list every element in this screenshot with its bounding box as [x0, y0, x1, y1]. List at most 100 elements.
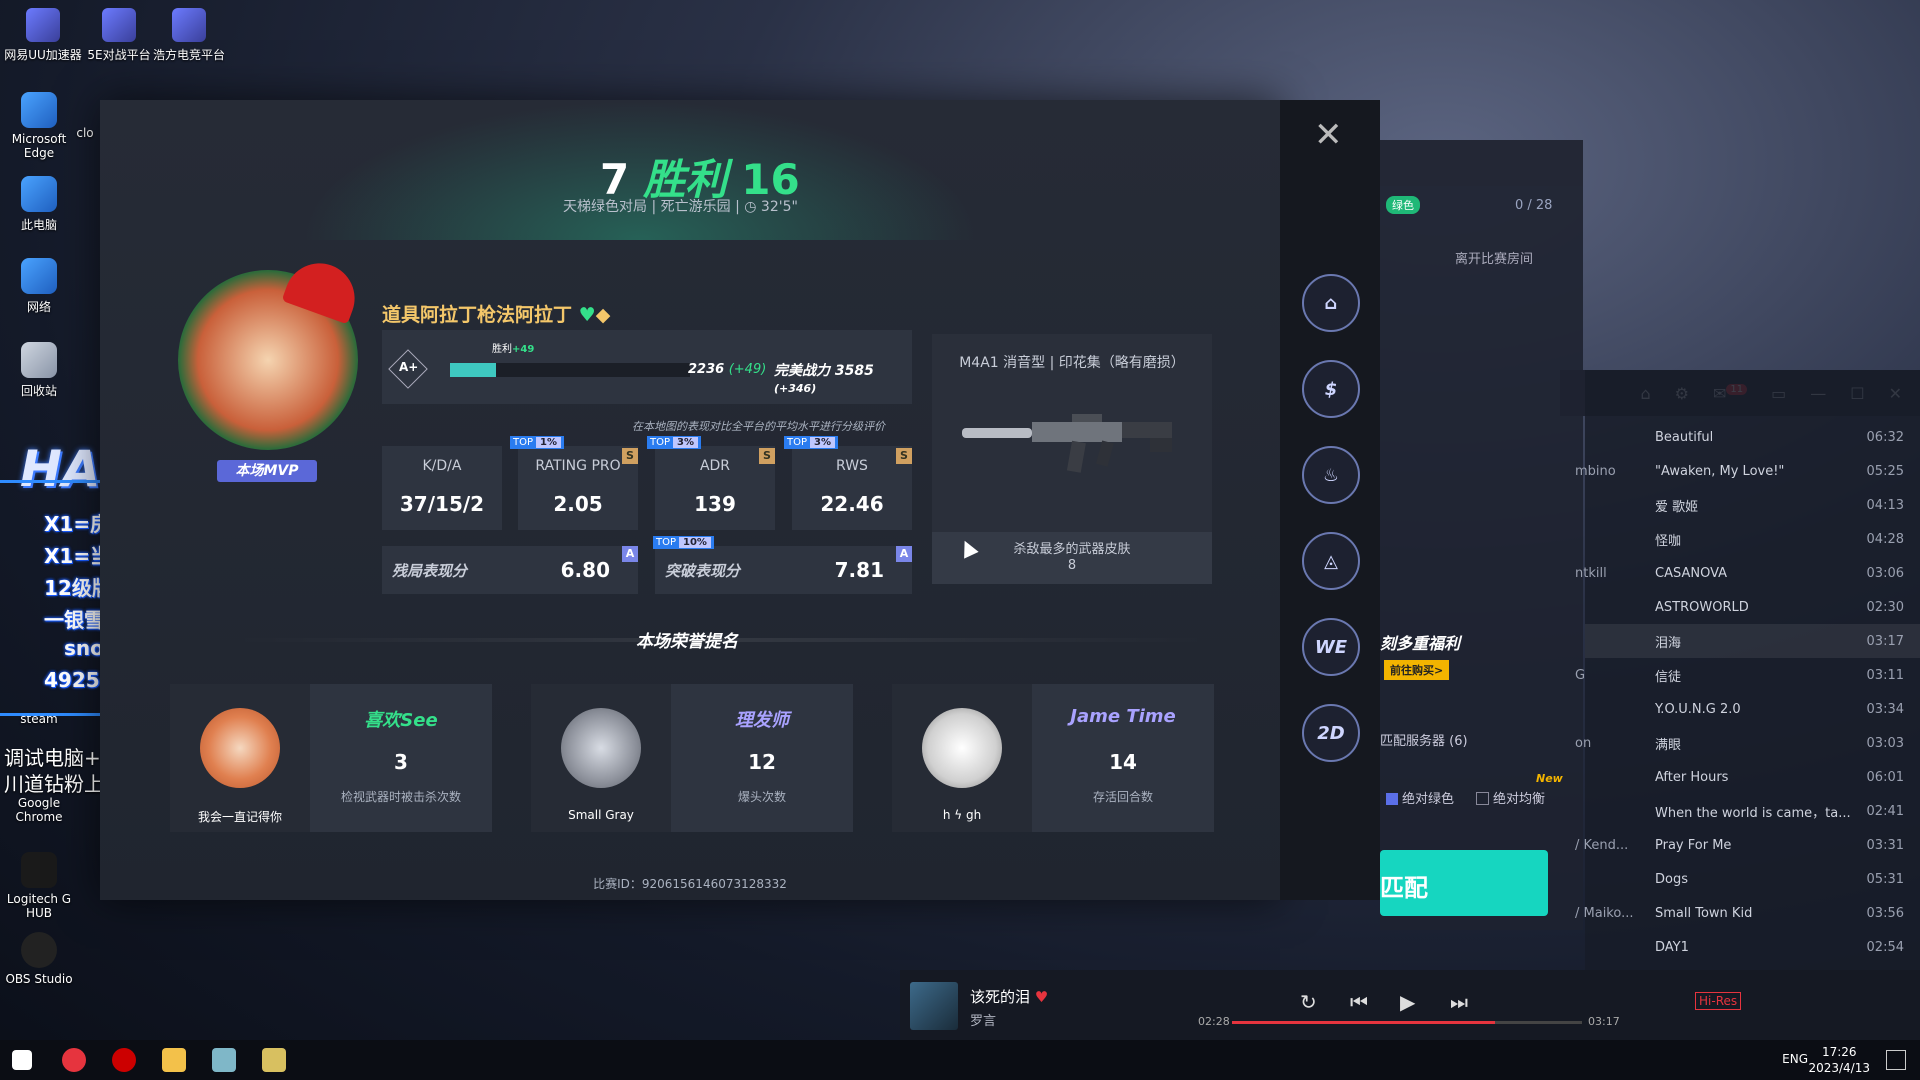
- song-row[interactable]: 泪海 03:17: [1585, 624, 1920, 658]
- song-name: 怪咖: [1655, 533, 1682, 549]
- we-button[interactable]: WE: [1302, 618, 1360, 676]
- song-name: 信徒: [1655, 669, 1682, 685]
- grade-badge: A: [622, 546, 638, 562]
- stat-rws: TOP 3% S RWS 22.46: [784, 436, 912, 530]
- option-balanced[interactable]: 绝对均衡: [1476, 788, 1545, 807]
- song-duration: 03:03: [1866, 735, 1904, 751]
- result-side-rail: ✕ ⌂ $ ♨ ◬ WE 2D: [1280, 100, 1380, 900]
- song-name: "Awaken, My Love!": [1655, 463, 1785, 479]
- leave-room-button[interactable]: 离开比赛房间: [1455, 248, 1533, 267]
- desktop-icon-clo[interactable]: clo: [70, 126, 100, 140]
- song-row[interactable]: When the world is came，ta... 02:41: [1585, 794, 1920, 828]
- album-cover: [910, 982, 958, 1030]
- song-row[interactable]: Beautiful 06:32: [1585, 420, 1920, 454]
- song-row[interactable]: G 信徒 03:11: [1575, 658, 1920, 692]
- logo-icon[interactable]: ◬: [1302, 532, 1360, 590]
- clipboard-icon[interactable]: $: [1302, 360, 1360, 418]
- song-name: 泪海: [1655, 635, 1682, 651]
- 2d-button[interactable]: 2D: [1302, 704, 1360, 762]
- desktop-icon-edge[interactable]: Microsoft Edge: [0, 92, 78, 160]
- power-value: 完美战力 3585 (+346): [774, 363, 874, 395]
- stat-kda: K/D/A 37/15/2: [382, 446, 502, 530]
- song-row[interactable]: ASTROWORLD 02:30: [1585, 590, 1920, 624]
- song-row[interactable]: / Kend... Pray For Me 03:31: [1575, 828, 1920, 862]
- honor-title: 本场荣誉提名: [636, 632, 738, 652]
- app-icon[interactable]: [212, 1048, 236, 1072]
- green-status-badge: 绿色: [1386, 196, 1420, 214]
- song-artist: ntkill: [1575, 565, 1607, 581]
- honor-award: 理发师: [735, 710, 789, 731]
- song-row[interactable]: on 满眼 03:03: [1575, 726, 1920, 760]
- song-name: DAY1: [1655, 939, 1689, 955]
- desktop-icon-uu[interactable]: 网易UU加速器: [0, 8, 86, 63]
- honor-avatar[interactable]: [922, 708, 1002, 788]
- song-row[interactable]: After Hours 06:01: [1585, 760, 1920, 794]
- taskbar-clock[interactable]: 17:26 2023/4/13: [1808, 1044, 1870, 1076]
- song-row[interactable]: mbino "Awaken, My Love!" 05:25: [1575, 454, 1920, 488]
- honor-card: 我会一直记得你 喜欢See 3 检视武器时被击杀次数: [170, 684, 492, 832]
- desktop-icon-recycle-bin[interactable]: 回收站: [0, 342, 78, 399]
- song-duration: 02:54: [1866, 939, 1904, 955]
- promo-buy-button[interactable]: 前往购买>: [1384, 660, 1450, 680]
- computer-icon: [21, 176, 57, 212]
- notification-icon[interactable]: [1886, 1050, 1906, 1070]
- server-select[interactable]: 匹配服务器 (6): [1380, 730, 1468, 749]
- honor-avatar[interactable]: [561, 708, 641, 788]
- overlay-line: 一银雪: [44, 608, 104, 632]
- previous-icon[interactable]: ⏮: [1350, 990, 1368, 1014]
- verified-icon: ♥: [578, 304, 596, 326]
- clock-icon: ◷: [744, 199, 757, 215]
- option-green[interactable]: 绝对绿色: [1386, 788, 1454, 807]
- game-app-icon[interactable]: [262, 1048, 286, 1072]
- rank-badge-text: A+: [399, 360, 419, 374]
- hires-button[interactable]: Hi-Res: [1695, 992, 1742, 1010]
- desktop-icon-this-pc[interactable]: 此电脑: [0, 176, 78, 233]
- language-indicator[interactable]: ENG: [1782, 1052, 1808, 1066]
- honor-avatar[interactable]: [200, 708, 280, 788]
- progress-bar[interactable]: [1232, 1021, 1582, 1024]
- taskbar: ENG 17:26 2023/4/13: [0, 1040, 1920, 1080]
- mvp-avatar[interactable]: [178, 253, 365, 450]
- song-row[interactable]: 怪咖 04:28: [1585, 522, 1920, 556]
- close-icon[interactable]: ✕: [1314, 118, 1343, 152]
- player-name[interactable]: 道具阿拉丁枪法阿拉丁 ♥◆: [382, 300, 610, 327]
- heart-icon[interactable]: ♥: [1035, 988, 1048, 1006]
- play-icon[interactable]: ▶: [1400, 990, 1415, 1014]
- desktop-icon-network[interactable]: 网络: [0, 258, 78, 315]
- song-row[interactable]: Y.O.U.N.G 2.0 03:34: [1585, 692, 1920, 726]
- song-row[interactable]: 爱 歌姬 04:13: [1585, 488, 1920, 522]
- repeat-icon[interactable]: ↻: [1300, 990, 1317, 1014]
- song-row[interactable]: / Maiko... Small Town Kid 03:56: [1575, 896, 1920, 930]
- song-name: 爱 歌姬: [1655, 499, 1699, 515]
- rank-progress: [450, 363, 690, 377]
- start-icon[interactable]: [12, 1050, 32, 1070]
- match-button[interactable]: 匹配: [1380, 850, 1548, 916]
- song-row[interactable]: Dogs 05:31: [1585, 862, 1920, 896]
- honor-value: 14: [1109, 750, 1137, 774]
- haofang-platform-icon: [172, 8, 206, 42]
- stat-rating: TOP 1% S RATING PRO 2.05: [510, 436, 638, 530]
- song-row[interactable]: DAY1 02:54: [1585, 930, 1920, 964]
- honor-player: 我会一直记得你: [197, 810, 282, 824]
- 5e-platform-icon: [102, 8, 136, 42]
- file-explorer-icon[interactable]: [162, 1048, 186, 1072]
- song-row[interactable]: ntkill CASANOVA 03:06: [1575, 556, 1920, 590]
- desktop-icon-logitech[interactable]: Logitech G HUB: [0, 852, 78, 920]
- desktop-icon-chrome[interactable]: Google Chrome: [0, 796, 78, 824]
- bottles-icon[interactable]: ♨: [1302, 446, 1360, 504]
- app-icon[interactable]: [62, 1048, 86, 1072]
- edge-icon: [21, 92, 57, 128]
- perf-entry: TOP 10% A 突破表现分 7.81: [653, 536, 912, 594]
- obs-icon: [21, 932, 57, 968]
- elo-value: 2236 (+49): [688, 362, 767, 377]
- next-icon[interactable]: ⏭: [1450, 990, 1468, 1014]
- desktop-icon-haofang[interactable]: 浩方电竞平台: [146, 8, 232, 63]
- netease-music-icon[interactable]: [112, 1048, 136, 1072]
- game-launcher-window: 绿色 0 / 28 离开比赛房间 刻多重福利 前往购买> 匹配服务器 (6) 绝…: [1380, 140, 1583, 930]
- desktop-icon-obs[interactable]: OBS Studio: [0, 932, 78, 986]
- home-icon[interactable]: ⌂: [1302, 274, 1360, 332]
- song-duration: 03:17: [1866, 633, 1904, 649]
- song-name: ASTROWORLD: [1655, 599, 1749, 615]
- song-name: CASANOVA: [1655, 565, 1728, 581]
- song-name: After Hours: [1655, 769, 1729, 785]
